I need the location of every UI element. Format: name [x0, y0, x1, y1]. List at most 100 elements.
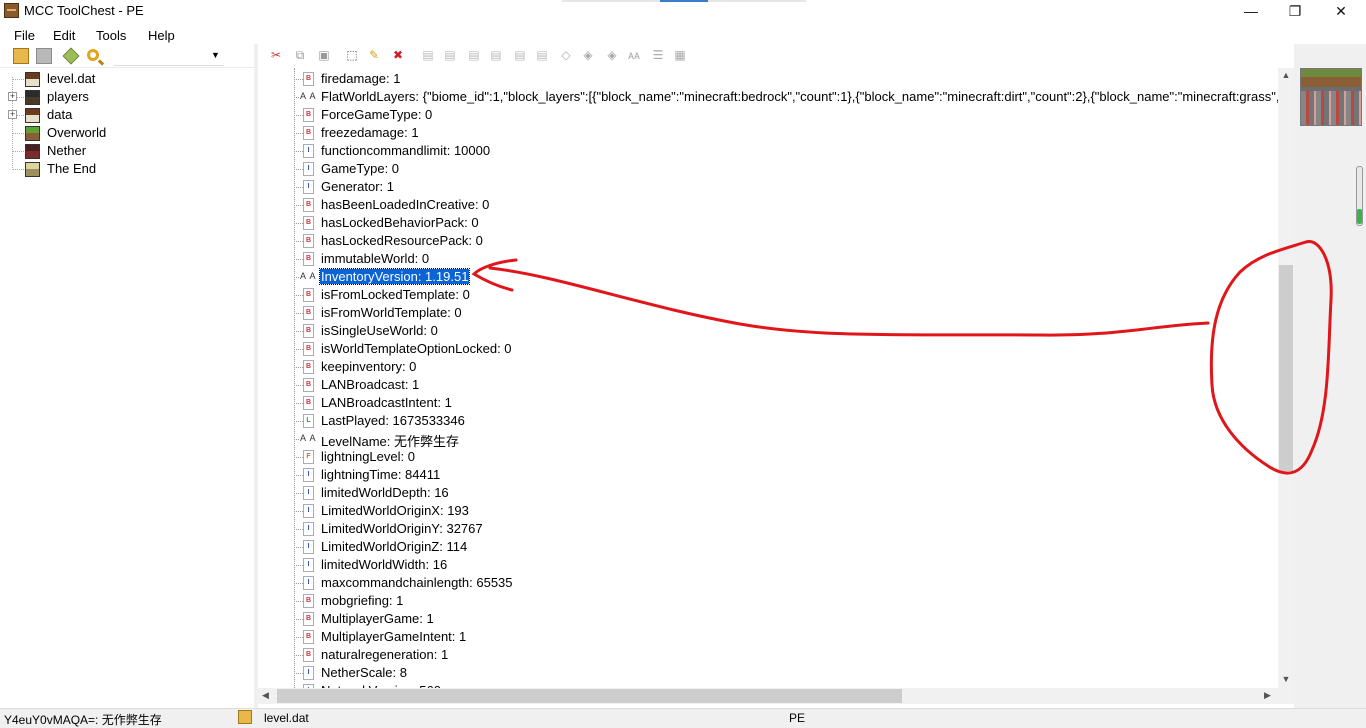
nbt-node-label[interactable]: MultiplayerGameIntent: 1 [320, 629, 467, 644]
nbt-node-label[interactable]: LimitedWorldOriginX: 193 [320, 503, 470, 518]
add-byte-icon[interactable]: ▤ [420, 47, 436, 63]
scroll-down-arrow-icon[interactable]: ▼ [1278, 674, 1294, 684]
tree-item-nether[interactable]: Nether [0, 142, 254, 160]
nbt-node-row[interactable]: BisWorldTemplateOptionLocked: 0 [258, 340, 1278, 358]
world-select[interactable] [114, 47, 224, 66]
nbt-node-label[interactable]: isFromWorldTemplate: 0 [320, 305, 463, 320]
add-list-icon[interactable]: ☰ [650, 47, 666, 63]
close-button[interactable]: ✕ [1318, 0, 1364, 22]
nbt-node-label[interactable]: NetherScale: 8 [320, 665, 408, 680]
nbt-node-row[interactable]: BhasBeenLoadedInCreative: 0 [258, 196, 1278, 214]
nbt-node-row[interactable]: I Generator: 1 [258, 178, 1278, 196]
nbt-node-row[interactable]: Imaxcommandchainlength: 65535 [258, 574, 1278, 592]
nbt-node-row[interactable]: I LimitedWorldOriginY: 32767 [258, 520, 1278, 538]
menu-help[interactable]: Help [148, 28, 175, 43]
nbt-node-label[interactable]: LimitedWorldOriginZ: 114 [320, 539, 468, 554]
map-icon[interactable] [62, 47, 80, 65]
nbt-node-label[interactable]: mobgriefing: 1 [320, 593, 404, 608]
nbt-node-row[interactable]: A A LevelName: 无作弊生存 [258, 430, 1278, 449]
find-icon[interactable] [87, 49, 99, 61]
nbt-node-row[interactable]: BisFromLockedTemplate: 0 [258, 286, 1278, 304]
scroll-up-arrow-icon[interactable]: ▲ [1278, 70, 1294, 80]
layer-slider-handle[interactable] [1357, 209, 1362, 224]
nbt-node-label[interactable]: hasBeenLoadedInCreative: 0 [320, 197, 490, 212]
nbt-node-row[interactable]: B ForceGameType: 0 [258, 106, 1278, 124]
nbt-node-row[interactable]: IlightningTime: 84411 [258, 466, 1278, 484]
nbt-node-label[interactable]: MultiplayerGame: 1 [320, 611, 435, 626]
nbt-node-row[interactable]: I LimitedWorldOriginX: 193 [258, 502, 1278, 520]
nbt-node-row[interactable]: IlimitedWorldWidth: 16 [258, 556, 1278, 574]
nbt-node-row[interactable]: L LastPlayed: 1673533346 [258, 412, 1278, 430]
rename-icon[interactable]: ⬚ [344, 47, 360, 63]
open-folder-icon[interactable] [13, 48, 29, 64]
menu-tools[interactable]: Tools [96, 28, 126, 43]
nbt-node-label[interactable]: maxcommandchainlength: 65535 [320, 575, 514, 590]
add-compound-icon[interactable]: ▦ [672, 47, 688, 63]
chevron-down-icon[interactable]: ▼ [211, 50, 220, 60]
nbt-node-row[interactable]: B MultiplayerGameIntent: 1 [258, 628, 1278, 646]
nbt-node-row[interactable]: Bfiredamage: 1 [258, 70, 1278, 88]
horizontal-scroll-thumb[interactable] [277, 689, 902, 703]
cut-icon[interactable]: ✂ [268, 47, 284, 63]
nbt-node-row[interactable]: Bmobgriefing: 1 [258, 592, 1278, 610]
nbt-node-row[interactable]: B MultiplayerGame: 1 [258, 610, 1278, 628]
nbt-node-row[interactable]: BhasLockedBehaviorPack: 0 [258, 214, 1278, 232]
add-string-icon[interactable]: ᴀᴀ [626, 47, 642, 63]
nbt-node-label[interactable]: FlatWorldLayers: {"biome_id":1,"block_la… [320, 89, 1278, 104]
nbt-node-row[interactable]: BisSingleUseWorld: 0 [258, 322, 1278, 340]
nbt-node-label[interactable]: keepinventory: 0 [320, 359, 417, 374]
copy-icon[interactable]: ⧉ [292, 47, 308, 63]
nbt-node-row[interactable]: B LANBroadcastIntent: 1 [258, 394, 1278, 412]
nbt-node-row[interactable]: BimmutableWorld: 0 [258, 250, 1278, 268]
nbt-node-row[interactable]: B LANBroadcast: 1 [258, 376, 1278, 394]
scroll-left-arrow-icon[interactable]: ◀ [262, 690, 269, 701]
expand-toggle-icon[interactable]: + [8, 92, 17, 101]
tree-item-the-end[interactable]: The End [0, 160, 254, 178]
nbt-node-label[interactable]: LimitedWorldOriginY: 32767 [320, 521, 484, 536]
maximize-button[interactable]: ❐ [1272, 0, 1318, 22]
nbt-node-label[interactable]: Generator: 1 [320, 179, 395, 194]
nbt-node-label[interactable]: LANBroadcastIntent: 1 [320, 395, 453, 410]
menu-edit[interactable]: Edit [53, 28, 75, 43]
nbt-node-label[interactable]: freezedamage: 1 [320, 125, 420, 140]
tree-item-data[interactable]: + data [0, 106, 254, 124]
nbt-node-row[interactable]: IlimitedWorldDepth: 16 [258, 484, 1278, 502]
vertical-scroll-thumb[interactable] [1279, 265, 1293, 471]
nbt-node-label[interactable]: firedamage: 1 [320, 71, 402, 86]
nbt-node-label[interactable]: LastPlayed: 1673533346 [320, 413, 466, 428]
nbt-node-row[interactable]: A A FlatWorldLayers: {"biome_id":1,"block… [258, 88, 1278, 106]
nbt-node-label[interactable]: naturalregeneration: 1 [320, 647, 449, 662]
nbt-node-label[interactable]: isFromLockedTemplate: 0 [320, 287, 471, 302]
nbt-node-label[interactable]: hasLockedResourcePack: 0 [320, 233, 484, 248]
add-double-icon[interactable]: ▤ [534, 47, 550, 63]
add-long-array-icon[interactable]: ◈ [604, 47, 620, 63]
menu-file[interactable]: File [14, 28, 35, 43]
delete-icon[interactable]: ✖ [390, 47, 406, 63]
nbt-node-label[interactable]: immutableWorld: 0 [320, 251, 430, 266]
nbt-node-label[interactable]: hasLockedBehaviorPack: 0 [320, 215, 480, 230]
nbt-node-label[interactable]: isWorldTemplateOptionLocked: 0 [320, 341, 513, 356]
nbt-node-row[interactable]: Bkeepinventory: 0 [258, 358, 1278, 376]
minimize-button[interactable]: — [1228, 0, 1274, 22]
nbt-node-label[interactable]: lightningTime: 84411 [320, 467, 441, 482]
nbt-node-row[interactable]: Ifunctioncommandlimit: 10000 [258, 142, 1278, 160]
add-long-icon[interactable]: ▤ [488, 47, 504, 63]
nbt-node-row[interactable]: BhasLockedResourcePack: 0 [258, 232, 1278, 250]
nbt-node-label[interactable]: ForceGameType: 0 [320, 107, 433, 122]
nbt-node-row[interactable]: I GameType: 0 [258, 160, 1278, 178]
nbt-node-row[interactable]: I NetherScale: 8 [258, 664, 1278, 682]
add-int-icon[interactable]: ▤ [466, 47, 482, 63]
nbt-node-row[interactable]: FlightningLevel: 0 [258, 448, 1278, 466]
scroll-right-arrow-icon[interactable]: ▶ [1264, 690, 1271, 701]
nbt-node-label[interactable]: isSingleUseWorld: 0 [320, 323, 439, 338]
nbt-node-row[interactable]: Bfreezedamage: 1 [258, 124, 1278, 142]
nbt-node-row[interactable]: Bnaturalregeneration: 1 [258, 646, 1278, 664]
paste-icon[interactable]: ▣ [316, 47, 332, 63]
nbt-node-label[interactable]: limitedWorldDepth: 16 [320, 485, 450, 500]
add-short-icon[interactable]: ▤ [442, 47, 458, 63]
save-icon[interactable] [36, 48, 52, 64]
expand-toggle-icon[interactable]: + [8, 110, 17, 119]
tree-item-level-dat[interactable]: level.dat [0, 70, 254, 88]
add-float-icon[interactable]: ▤ [512, 47, 528, 63]
nbt-node-label[interactable]: functioncommandlimit: 10000 [320, 143, 491, 158]
